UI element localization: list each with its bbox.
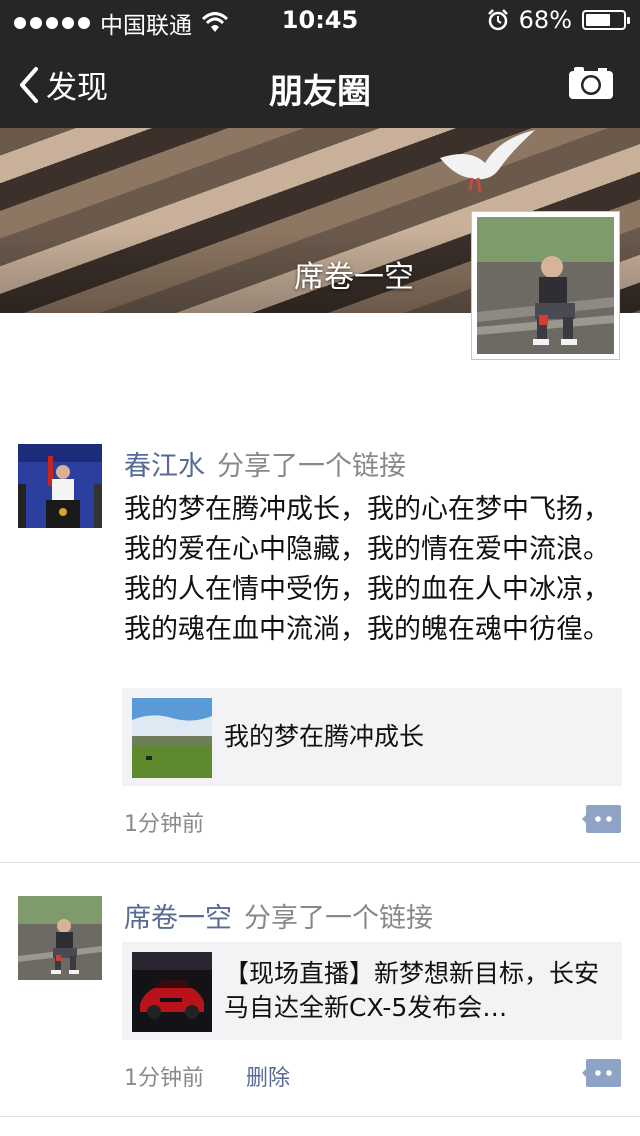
alarm-icon xyxy=(487,9,508,31)
link-thumbnail xyxy=(132,952,212,1032)
delete-button[interactable]: 删除 xyxy=(246,1060,290,1092)
comment-icon[interactable] xyxy=(582,804,622,834)
author-name[interactable]: 席卷一空 xyxy=(124,903,232,934)
author-avatar[interactable] xyxy=(18,444,102,528)
battery-icon xyxy=(582,10,630,30)
shared-link-card[interactable]: 【现场直播】新梦想新目标，长安马自达全新CX-5发布会… xyxy=(122,942,622,1040)
moment-post: 春江水 分享了一个链接 我的梦在腾冲成长，我的心在梦中飞扬，我的爱在心中隐藏，我的… xyxy=(0,440,640,862)
status-bar: 中国联通 10:45 68% xyxy=(0,0,640,40)
link-title: 【现场直播】新梦想新目标，长安马自达全新CX-5发布会… xyxy=(224,959,600,1022)
link-title: 我的梦在腾冲成长 xyxy=(224,722,425,751)
post-header: 春江水 分享了一个链接 xyxy=(124,444,406,483)
avatar-photo xyxy=(477,217,614,354)
post-time: 1分钟前 xyxy=(124,812,204,837)
navigation-bar: 发现 朋友圈 xyxy=(0,40,640,128)
share-action-text: 分享了一个链接 xyxy=(244,903,433,934)
share-action-text: 分享了一个链接 xyxy=(217,451,406,482)
post-text: 我的梦在腾冲成长，我的心在梦中飞扬，我的爱在心中隐藏，我的情在爱中流浪。我的人在… xyxy=(124,494,610,645)
link-thumbnail xyxy=(132,698,212,778)
post-divider xyxy=(0,1116,640,1117)
page-title: 朋友圈 xyxy=(269,72,371,112)
moment-post: 席卷一空 分享了一个链接 【现场直播】新梦想新目标，长安马自达全新CX-5发布会…… xyxy=(0,892,640,1114)
cover-user-name: 席卷一空 xyxy=(294,260,414,295)
author-avatar[interactable] xyxy=(18,896,102,980)
author-name[interactable]: 春江水 xyxy=(124,451,205,482)
post-time: 1分钟前 xyxy=(124,1066,204,1091)
camera-icon[interactable] xyxy=(568,64,614,100)
comment-icon[interactable] xyxy=(582,1058,622,1088)
post-header: 席卷一空 分享了一个链接 xyxy=(124,896,433,935)
post-divider xyxy=(0,862,640,863)
shared-link-card[interactable]: 我的梦在腾冲成长 xyxy=(122,688,622,786)
top-bar: 中国联通 10:45 68% 发现 朋友圈 xyxy=(0,0,640,128)
my-avatar[interactable] xyxy=(471,211,620,360)
battery-percent: 68% xyxy=(518,6,572,34)
pigeon-image xyxy=(440,130,535,193)
